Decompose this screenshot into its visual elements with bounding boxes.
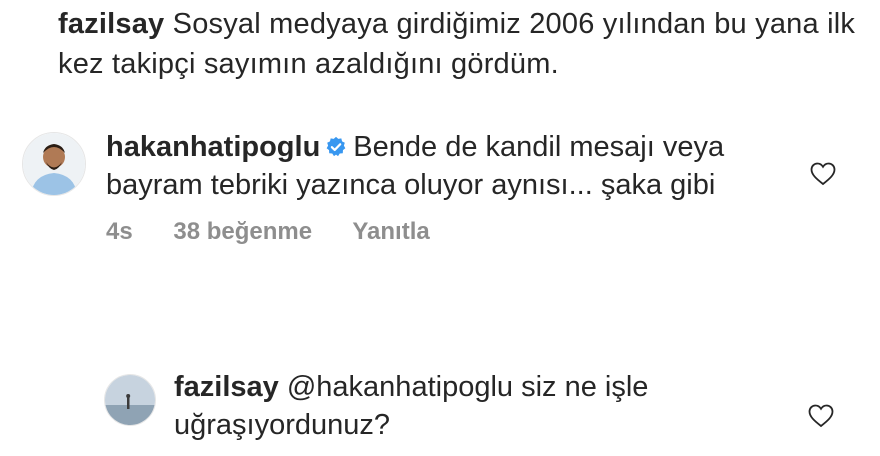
reply-username[interactable]: fazilsay xyxy=(174,371,279,403)
reply-avatar[interactable] xyxy=(104,374,156,426)
heart-outline-icon[interactable] xyxy=(810,162,836,186)
verified-badge-icon xyxy=(325,130,347,157)
caption-username[interactable]: fazilsay xyxy=(58,8,164,40)
heart-outline-icon[interactable] xyxy=(808,404,834,428)
comment-likes[interactable]: 38 beğenme xyxy=(173,218,312,245)
avatar-photo xyxy=(23,133,85,195)
comment-meta: 4s 38 beğenme Yanıtla xyxy=(106,218,464,246)
reply-button[interactable]: Yanıtla xyxy=(352,218,429,245)
reply-body: fazilsay @hakanhatipoglu siz ne işle uğr… xyxy=(174,368,734,444)
comment-time[interactable]: 4s xyxy=(106,218,133,245)
avatar-photo xyxy=(105,375,155,425)
comment-avatar[interactable] xyxy=(22,132,86,196)
caption-text: Sosyal medyaya girdiğimiz 2006 yılından … xyxy=(58,8,856,80)
comment-username[interactable]: hakanhatipoglu xyxy=(106,131,320,163)
post-caption: fazilsay Sosyal medyaya girdiğimiz 2006 … xyxy=(58,4,868,84)
comment-body: hakanhatipoglu Bende de kandil mesajı ve… xyxy=(106,128,786,204)
